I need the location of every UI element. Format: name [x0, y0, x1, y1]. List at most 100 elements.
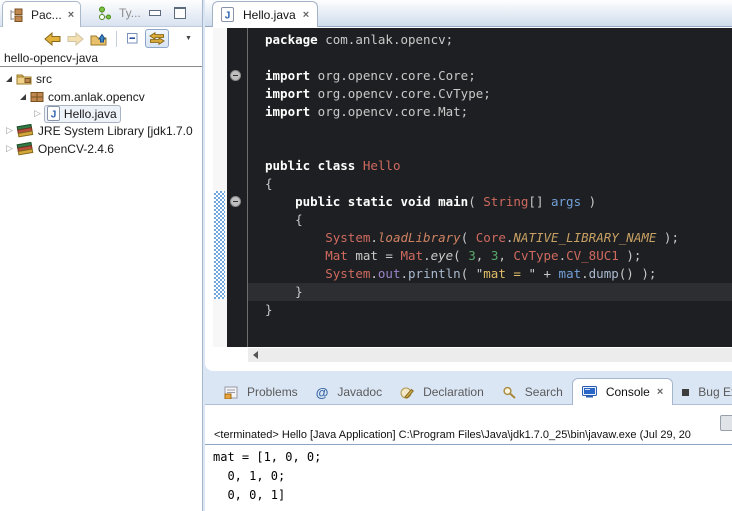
code-line: public class Hello [265, 157, 732, 175]
code-line: package com.anlak.opencv; [265, 31, 732, 49]
tab-label: Hello.java [243, 8, 296, 22]
code-line: import org.opencv.core.CvType; [265, 85, 732, 103]
tab-label: Search [525, 385, 563, 399]
package-explorer-icon [9, 8, 23, 22]
tab-declaration[interactable]: Declaration [391, 379, 493, 405]
tree-item-com-anlak-opencv[interactable]: com.anlak.opencv [0, 88, 202, 105]
tab-bug-explorer[interactable]: Bug Explorer [673, 379, 732, 405]
code-line [265, 49, 732, 67]
library-icon [16, 142, 34, 156]
svg-text:J: J [51, 110, 57, 121]
tab-problems[interactable]: Problems [215, 379, 307, 405]
tab-package-explorer[interactable]: Pac... × [2, 1, 81, 27]
svg-text:J: J [225, 11, 231, 22]
code-line: } [265, 283, 732, 301]
tab-type-hierarchy[interactable]: Ty... [92, 1, 147, 25]
view-menu-icon[interactable]: ▼ [185, 35, 192, 42]
forward-icon[interactable] [67, 32, 84, 46]
eclipse-window: Pac... × Ty... [0, 0, 732, 511]
close-icon[interactable]: × [657, 386, 663, 398]
code-text: package com.anlak.opencv; import org.open… [265, 31, 732, 319]
divider [205, 444, 732, 445]
java-file-icon: J [221, 7, 234, 22]
code-line: { [265, 211, 732, 229]
library-icon [16, 124, 34, 138]
tab-label: Console [606, 385, 650, 399]
expanded-arrow-icon[interactable] [20, 94, 26, 100]
collapsed-arrow-icon[interactable]: ▷ [6, 126, 13, 135]
code-line: import org.opencv.core.Mat; [265, 103, 732, 121]
tree-item-jre-system-library-jdk1-7-0[interactable]: ▷ JRE System Library [jdk1.7.0 [0, 122, 202, 139]
code-line: System.loadLibrary( Core.NATIVE_LIBRARY_… [265, 229, 732, 247]
link-with-editor-icon[interactable] [145, 29, 169, 48]
tab-label: Problems [247, 385, 298, 399]
expanded-arrow-icon[interactable] [6, 76, 12, 82]
bottom-view-tabbar: Problems @Javadoc Declaration Search Console… [205, 379, 732, 405]
tree-item-label: JRE System Library [jdk1.7.0 [38, 124, 193, 138]
tree-item-src[interactable]: src [0, 70, 202, 87]
bug-icon [682, 389, 689, 396]
tab-javadoc[interactable]: @Javadoc [307, 379, 391, 405]
console-output[interactable]: mat = [1, 0, 0; 0, 1, 0; 0, 0, 1] [213, 448, 732, 505]
divider [0, 66, 202, 67]
maximize-icon[interactable] [174, 7, 186, 19]
tab-console[interactable]: Console × [572, 378, 673, 405]
up-folder-icon[interactable] [90, 32, 107, 46]
console-icon [582, 386, 597, 398]
horizontal-scrollbar[interactable] [248, 348, 732, 362]
tree-item-label: Hello.java [64, 107, 117, 121]
annotation-ruler[interactable] [213, 28, 227, 347]
code-line: { [265, 175, 732, 193]
fold-collapse-icon[interactable] [230, 196, 241, 207]
console-view: <terminated> Hello [Java Application] C:… [205, 404, 732, 511]
java-file-icon: J [47, 106, 60, 121]
type-hierarchy-icon [98, 6, 111, 20]
code-editor[interactable]: package com.anlak.opencv; import org.open… [227, 28, 732, 347]
tab-search[interactable]: Search [493, 379, 572, 405]
tree-item-hello-java[interactable]: ▷ J Hello.java [0, 105, 202, 122]
tab-hello-java[interactable]: J Hello.java × [212, 1, 318, 27]
editor-tabbar: J Hello.java × [205, 0, 732, 27]
left-view-tabbar: Pac... × Ty... [0, 0, 202, 27]
console-output-line: 0, 1, 0; [213, 467, 732, 486]
code-line: System.out.println( "mat = " + mat.dump(… [265, 265, 732, 283]
tree-item-opencv-2-4-6[interactable]: ▷ OpenCV-2.4.6 [0, 140, 202, 157]
collapsed-arrow-icon[interactable]: ▷ [34, 109, 41, 118]
code-line: } [265, 301, 732, 319]
code-line: import org.opencv.core.Core; [265, 67, 732, 85]
package-explorer-view: Pac... × Ty... [0, 0, 203, 511]
minimize-icon[interactable] [149, 10, 161, 16]
tab-label: Bug Explorer [698, 385, 732, 399]
search-icon [502, 386, 516, 399]
console-toolbar-button[interactable] [720, 415, 732, 431]
project-tree: src com.anlak.opencv ▷ J Hello.java ▷ JRE Syst… [0, 70, 202, 511]
editor-frame: package com.anlak.opencv; import org.open… [205, 27, 732, 371]
gutter-divider [247, 28, 248, 347]
console-process-header: <terminated> Hello [Java Application] C:… [214, 429, 691, 441]
toolbar-separator [116, 31, 117, 47]
code-line [265, 139, 732, 157]
back-icon[interactable] [44, 32, 61, 46]
tree-item-label: OpenCV-2.4.6 [38, 142, 114, 156]
tree-item-label: com.anlak.opencv [48, 90, 145, 104]
javadoc-icon: @ [316, 385, 329, 400]
collapsed-arrow-icon[interactable]: ▷ [6, 144, 13, 153]
source-folder-icon [16, 72, 32, 85]
code-line: public static void main( String[] args ) [265, 193, 732, 211]
scroll-left-icon[interactable] [253, 351, 258, 359]
console-output-line: mat = [1, 0, 0; [213, 448, 732, 467]
view-window-buttons [149, 7, 186, 19]
range-indicator [214, 191, 225, 299]
package-icon [30, 91, 44, 103]
collapse-all-icon[interactable] [126, 32, 139, 45]
tab-label: Declaration [423, 385, 484, 399]
selected-item-box[interactable]: J Hello.java [44, 105, 121, 123]
close-icon[interactable]: × [303, 9, 309, 21]
fold-collapse-icon[interactable] [230, 70, 241, 81]
code-line [265, 121, 732, 139]
project-name[interactable]: hello-opencv-java [4, 51, 98, 65]
close-icon[interactable]: × [68, 9, 74, 21]
tab-label: Ty... [119, 6, 141, 20]
declaration-icon [400, 386, 414, 399]
code-line: Mat mat = Mat.eye( 3, 3, CvType.CV_8UC1 … [265, 247, 732, 265]
